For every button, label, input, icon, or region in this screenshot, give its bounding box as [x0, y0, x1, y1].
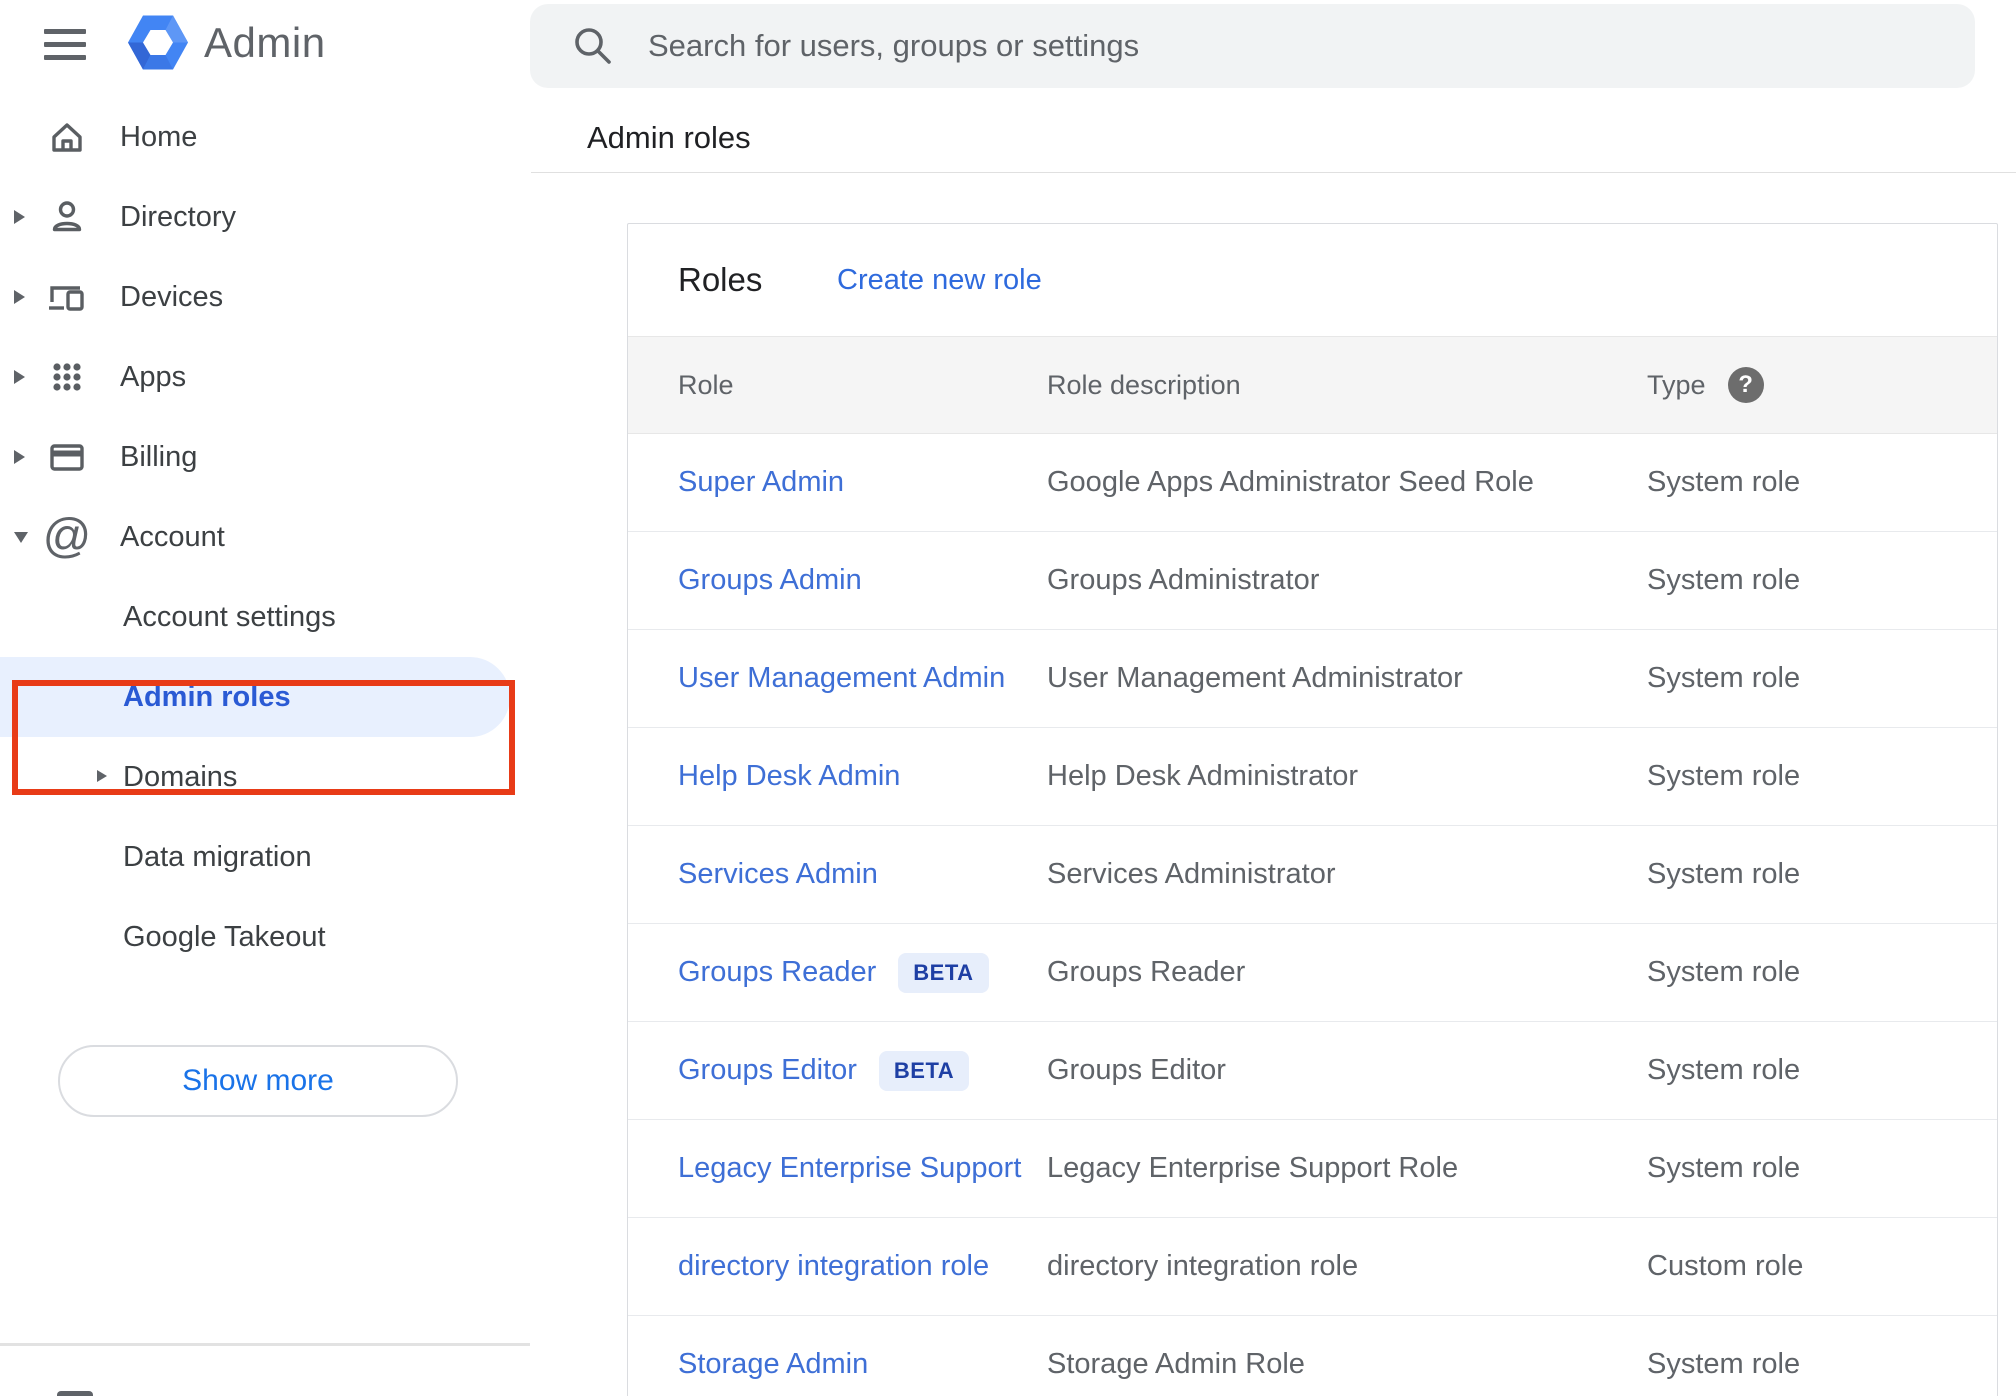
sidebar-item-account-settings[interactable]: Account settings — [0, 577, 530, 657]
table-row: Super Admin Google Apps Administrator Se… — [628, 434, 1997, 532]
role-description: Legacy Enterprise Support Role — [1047, 1152, 1459, 1184]
home-icon — [44, 115, 90, 159]
role-link[interactable]: Help Desk Admin — [678, 760, 900, 793]
role-description: Groups Reader — [1047, 956, 1246, 988]
sidebar-item-data-migration[interactable]: Data migration — [0, 817, 530, 897]
table-row: directory integration role directory int… — [628, 1218, 1997, 1316]
role-type: System role — [1647, 956, 1801, 988]
apps-grid-icon — [44, 355, 90, 399]
sidebar-item-label: Domains — [123, 760, 238, 793]
role-description: User Management Administrator — [1047, 662, 1463, 694]
expand-arrow-icon — [14, 210, 25, 224]
sidebar-item-domains[interactable]: Domains — [0, 737, 530, 817]
sidebar-item-devices[interactable]: Devices — [0, 257, 530, 337]
sidebar-item-label: Billing — [120, 440, 198, 473]
sidebar: Home Directory Devices Apps Billing @ Ac… — [0, 97, 530, 977]
table-header-row: Role Role description Type ? — [628, 336, 1997, 434]
role-link[interactable]: Groups Editor — [678, 1054, 857, 1087]
sidebar-item-label: Home — [120, 120, 198, 153]
role-type: System role — [1647, 1152, 1801, 1184]
main-content: Admin roles Roles Create new role Role R… — [530, 0, 2016, 1396]
table-row: Services Admin Services Administrator Sy… — [628, 826, 1997, 924]
table-row: Groups Admin Groups Administrator System… — [628, 532, 1997, 630]
role-type: System role — [1647, 1348, 1801, 1380]
help-icon[interactable]: ? — [1727, 367, 1764, 403]
section-title: Roles — [678, 261, 763, 298]
table-row: Legacy Enterprise Support Legacy Enterpr… — [628, 1120, 1997, 1218]
role-description: Services Administrator — [1047, 858, 1336, 890]
sidebar-item-label: Account — [120, 520, 225, 553]
table-row: Groups Reader BETA Groups Reader System … — [628, 924, 1997, 1022]
credit-card-icon — [44, 435, 90, 479]
show-more-button[interactable]: Show more — [58, 1045, 458, 1117]
sidebar-item-admin-roles[interactable]: Admin roles — [0, 657, 510, 737]
sidebar-divider — [0, 1343, 530, 1346]
role-type: Custom role — [1647, 1250, 1804, 1282]
role-link[interactable]: Groups Admin — [678, 564, 862, 597]
collapse-arrow-icon — [14, 531, 28, 543]
role-description: Groups Editor — [1047, 1054, 1226, 1086]
sidebar-item-account[interactable]: @ Account — [0, 497, 530, 577]
beta-badge: BETA — [898, 952, 989, 993]
sidebar-item-directory[interactable]: Directory — [0, 177, 530, 257]
menu-icon[interactable] — [44, 29, 86, 60]
card-header: Roles Create new role — [628, 224, 1997, 336]
role-link[interactable]: User Management Admin — [678, 662, 1005, 695]
sidebar-item-label: Admin roles — [123, 680, 291, 713]
role-type: System role — [1647, 564, 1801, 596]
table-row: User Management Admin User Management Ad… — [628, 630, 1997, 728]
admin-logo-icon — [128, 15, 188, 70]
role-link[interactable]: Legacy Enterprise Support — [678, 1152, 1021, 1185]
sidebar-item-label: Data migration — [123, 840, 312, 873]
devices-icon — [44, 275, 90, 319]
table-row: Storage Admin Storage Admin Role System … — [628, 1316, 1997, 1396]
role-link[interactable]: Groups Reader — [678, 956, 876, 989]
role-description: Groups Administrator — [1047, 564, 1320, 596]
table-row: Groups Editor BETA Groups Editor System … — [628, 1022, 1997, 1120]
role-description: Help Desk Administrator — [1047, 760, 1359, 792]
role-description: Google Apps Administrator Seed Role — [1047, 466, 1534, 498]
expand-arrow-icon — [97, 770, 107, 782]
sidebar-item-home[interactable]: Home — [0, 97, 530, 177]
create-new-role-link[interactable]: Create new role — [837, 264, 1042, 297]
partial-cutoff-icon — [57, 1391, 93, 1396]
app-brand: Admin — [128, 14, 326, 71]
role-type: System role — [1647, 760, 1801, 792]
role-type: System role — [1647, 858, 1801, 890]
column-header-description: Role description — [1047, 369, 1241, 400]
sidebar-item-apps[interactable]: Apps — [0, 337, 530, 417]
role-link[interactable]: directory integration role — [678, 1250, 989, 1283]
sidebar-item-label: Account settings — [123, 600, 336, 633]
expand-arrow-icon — [14, 290, 25, 304]
column-header-role: Role — [678, 369, 734, 400]
person-icon — [44, 195, 90, 239]
role-link[interactable]: Storage Admin — [678, 1348, 868, 1381]
sidebar-item-billing[interactable]: Billing — [0, 417, 530, 497]
sidebar-item-label: Google Takeout — [123, 920, 326, 953]
role-link[interactable]: Services Admin — [678, 858, 878, 891]
role-type: System role — [1647, 466, 1801, 498]
column-header-type: Type ? — [1647, 337, 1764, 433]
sidebar-item-label: Apps — [120, 360, 187, 393]
sidebar-item-google-takeout[interactable]: Google Takeout — [0, 897, 530, 977]
role-type: System role — [1647, 1054, 1801, 1086]
role-type: System role — [1647, 662, 1801, 694]
at-sign-icon: @ — [42, 510, 92, 563]
app-title: Admin — [204, 18, 326, 66]
sidebar-item-label: Directory — [120, 200, 237, 233]
role-description: Storage Admin Role — [1047, 1348, 1305, 1380]
sidebar-item-label: Devices — [120, 280, 224, 313]
expand-arrow-icon — [14, 450, 25, 464]
divider — [531, 172, 2016, 173]
roles-card: Roles Create new role Role Role descript… — [627, 223, 1998, 1396]
role-link[interactable]: Super Admin — [678, 466, 844, 499]
table-row: Help Desk Admin Help Desk Administrator … — [628, 728, 1997, 826]
role-description: directory integration role — [1047, 1250, 1359, 1282]
breadcrumb: Admin roles — [587, 120, 751, 155]
expand-arrow-icon — [14, 370, 25, 384]
beta-badge: BETA — [878, 1050, 970, 1091]
